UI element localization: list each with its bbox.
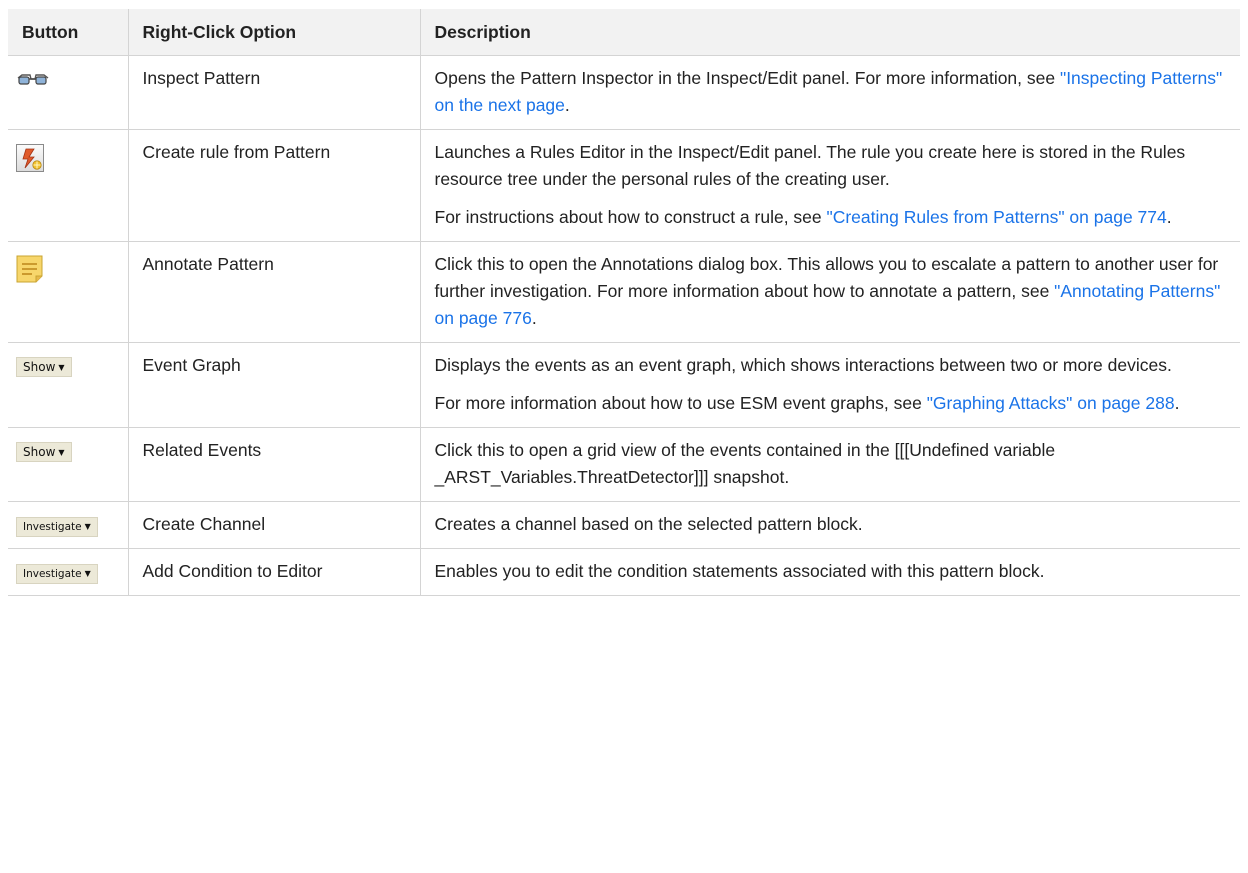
description-paragraph: Launches a Rules Editor in the Inspect/E… xyxy=(434,142,1186,189)
button-cell xyxy=(8,55,129,130)
option-cell: Inspect Pattern xyxy=(128,55,421,130)
description-paragraph: Displays the events as an event graph, w… xyxy=(434,355,1172,375)
table-row: Investigate ▼ Create Channel Creates a ch… xyxy=(8,501,1240,549)
table-row: Annotate Pattern Click this to open the … xyxy=(8,241,1240,343)
investigate-button-label: Investigate xyxy=(23,521,82,533)
show-button-label: Show xyxy=(23,445,56,459)
chevron-down-icon: ▼ xyxy=(58,363,65,372)
create-rule-icon[interactable] xyxy=(16,144,44,172)
chevron-down-icon: ▼ xyxy=(58,448,65,457)
option-cell: Annotate Pattern xyxy=(128,241,421,343)
button-cell: Show ▼ xyxy=(8,342,129,428)
option-cell: Add Condition to Editor xyxy=(128,548,421,596)
button-cell: Show ▼ xyxy=(8,427,129,502)
description-text: For instructions about how to construct … xyxy=(434,207,827,227)
header-button: Button xyxy=(8,9,129,56)
option-cell: Create Channel xyxy=(128,501,421,549)
description-paragraph: Click this to open the Annotations dialo… xyxy=(435,251,1227,332)
description-cell: Click this to open a grid view of the ev… xyxy=(420,427,1240,502)
description-text-end: . xyxy=(564,95,570,115)
description-cell: Launches a Rules Editor in the Inspect/E… xyxy=(420,129,1240,242)
description-cell: Creates a channel based on the selected … xyxy=(420,501,1240,549)
header-description: Description xyxy=(420,9,1240,56)
investigate-dropdown-button[interactable]: Investigate ▼ xyxy=(16,564,98,584)
description-paragraph: For instructions about how to construct … xyxy=(435,204,1227,231)
description-text-end: . xyxy=(1166,207,1172,227)
annotate-note-icon[interactable] xyxy=(16,255,43,283)
button-cell: Investigate ▼ xyxy=(8,548,129,596)
investigate-dropdown-button[interactable]: Investigate ▼ xyxy=(16,517,98,537)
show-dropdown-button[interactable]: Show ▼ xyxy=(16,442,72,462)
glasses-icon[interactable] xyxy=(16,67,50,94)
description-text-end: . xyxy=(1174,393,1180,413)
table-row: Investigate ▼ Add Condition to Editor Ena… xyxy=(8,548,1240,596)
show-dropdown-button[interactable]: Show ▼ xyxy=(16,357,72,377)
description-paragraph: Creates a channel based on the selected … xyxy=(434,514,863,534)
description-paragraph: Click this to open a grid view of the ev… xyxy=(434,440,1056,487)
description-paragraph: Enables you to edit the condition statem… xyxy=(434,561,1045,581)
option-cell: Event Graph xyxy=(128,342,421,428)
header-right-click-option: Right-Click Option xyxy=(128,9,421,56)
description-cell: Click this to open the Annotations dialo… xyxy=(420,241,1240,343)
option-cell: Create rule from Pattern xyxy=(128,129,421,242)
table-row: Show ▼ Related Events Click this to open … xyxy=(8,427,1240,502)
description-cell: Opens the Pattern Inspector in the Inspe… xyxy=(420,55,1240,130)
description-cell: Enables you to edit the condition statem… xyxy=(420,548,1240,596)
investigate-button-label: Investigate xyxy=(23,568,82,580)
table-header-row: Button Right-Click Option Description xyxy=(8,9,1240,56)
description-paragraph: For more information about how to use ES… xyxy=(435,390,1227,417)
table-row: Show ▼ Event Graph Displays the events as… xyxy=(8,342,1240,428)
right-click-options-table: Button Right-Click Option Description In… xyxy=(8,9,1240,596)
description-text: For more information about how to use ES… xyxy=(434,393,927,413)
table-row: Create rule from Pattern Launches a Rule… xyxy=(8,129,1240,242)
button-cell xyxy=(8,129,129,242)
chevron-down-icon: ▼ xyxy=(84,522,91,531)
graphing-attacks-link[interactable]: "Graphing Attacks" on page 288 xyxy=(927,393,1175,413)
description-text: Opens the Pattern Inspector in the Inspe… xyxy=(434,68,1060,88)
table-row: Inspect Pattern Opens the Pattern Inspec… xyxy=(8,55,1240,130)
creating-rules-link[interactable]: "Creating Rules from Patterns" on page 7… xyxy=(827,207,1167,227)
description-paragraph: Opens the Pattern Inspector in the Inspe… xyxy=(435,65,1227,119)
button-cell: Investigate ▼ xyxy=(8,501,129,549)
show-button-label: Show xyxy=(23,360,56,374)
option-cell: Related Events xyxy=(128,427,421,502)
button-cell xyxy=(8,241,129,343)
description-text-end: . xyxy=(531,308,537,328)
chevron-down-icon: ▼ xyxy=(84,569,91,578)
description-cell: Displays the events as an event graph, w… xyxy=(420,342,1240,428)
